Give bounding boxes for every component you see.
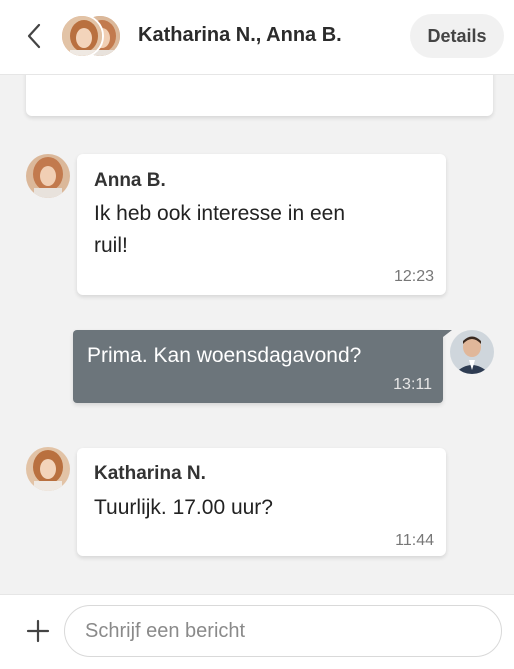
chevron-left-icon bbox=[27, 23, 41, 49]
message-text: Ik heb ook interesse in een ruil! bbox=[94, 198, 345, 262]
chat-title: Katharina N., Anna B. bbox=[138, 24, 342, 46]
add-attachment-button[interactable] bbox=[24, 617, 52, 645]
message-input[interactable] bbox=[64, 605, 502, 657]
message-bubble-incoming[interactable]: Katharina N. Tuurlijk. 17.00 uur? 11:44 bbox=[77, 448, 446, 556]
sender-avatar-anna[interactable] bbox=[26, 154, 70, 198]
message-sender: Anna B. bbox=[94, 170, 166, 191]
sender-avatar-katharina[interactable] bbox=[26, 447, 70, 491]
message-text-line: ruil! bbox=[94, 234, 128, 257]
message-bubble-outgoing[interactable]: Prima. Kan woensdagavond? 13:11 bbox=[73, 330, 443, 403]
message-text-line: Ik heb ook interesse in een bbox=[94, 202, 345, 225]
message-composer bbox=[0, 594, 514, 669]
message-bubble-incoming[interactable]: Anna B. Ik heb ook interesse in een ruil… bbox=[77, 154, 446, 295]
plus-icon bbox=[26, 619, 50, 643]
message-list[interactable]: Anna B. Ik heb ook interesse in een ruil… bbox=[0, 64, 514, 594]
message-time: 11:44 bbox=[395, 532, 434, 549]
bubble-tail bbox=[434, 330, 452, 344]
back-button[interactable] bbox=[20, 22, 48, 50]
chat-header: Katharina N., Anna B. Details bbox=[0, 0, 514, 75]
message-time: 12:23 bbox=[393, 268, 434, 285]
details-button[interactable]: Details bbox=[410, 14, 504, 58]
message-sender: Katharina N. bbox=[94, 463, 206, 484]
group-avatar[interactable] bbox=[60, 14, 126, 60]
message-text: Tuurlijk. 17.00 uur? bbox=[94, 496, 273, 519]
own-avatar[interactable] bbox=[450, 330, 494, 374]
message-text: Prima. Kan woensdagavond? bbox=[87, 344, 362, 367]
message-time: 13:11 bbox=[393, 376, 432, 393]
avatar-katharina bbox=[60, 14, 104, 58]
